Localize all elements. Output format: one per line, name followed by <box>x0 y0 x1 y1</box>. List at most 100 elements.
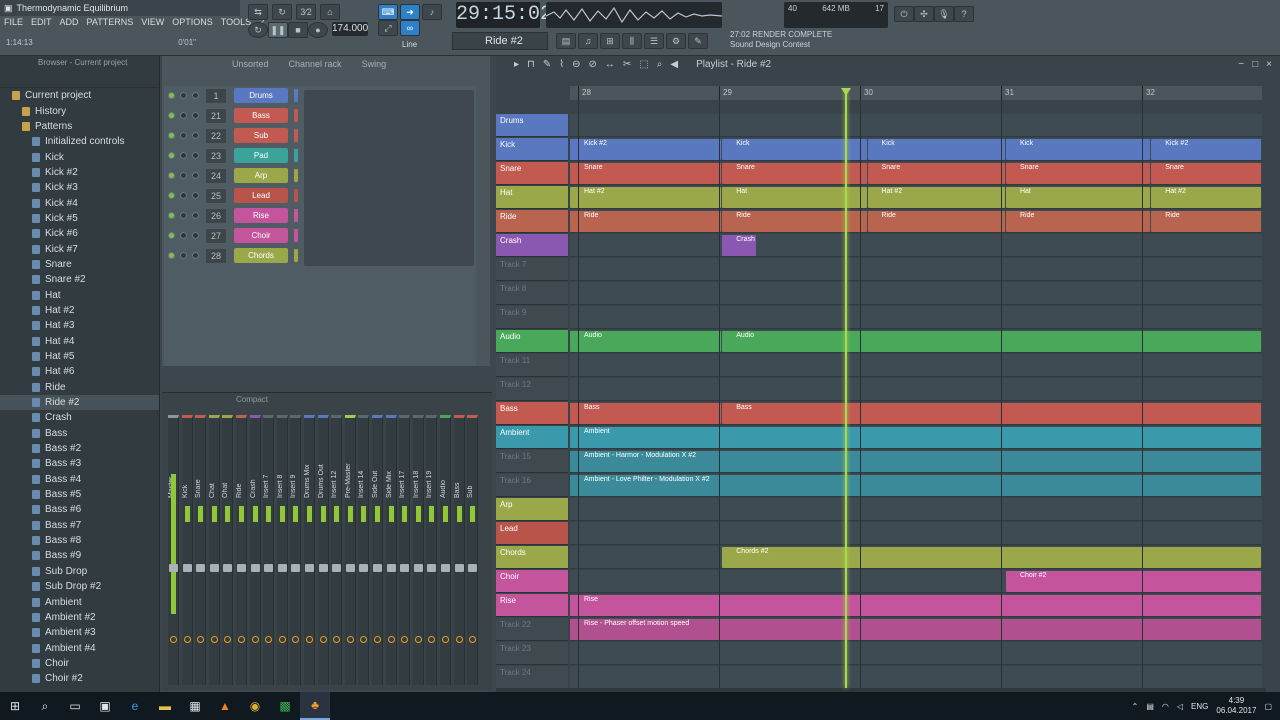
menu-item-view[interactable]: VIEW <box>141 17 164 27</box>
browser-pattern-item[interactable]: Bass #7 <box>0 518 159 533</box>
track-lane[interactable]: Crash <box>570 234 1262 257</box>
camtasia-icon[interactable]: ▩ <box>270 692 300 720</box>
volume-fader[interactable] <box>373 564 382 572</box>
pattern-clip[interactable]: Audio <box>570 331 722 352</box>
pattern-clip[interactable]: Hat <box>1005 187 1151 208</box>
edge-icon[interactable]: e <box>120 692 150 720</box>
track-header[interactable]: Track 7 <box>496 258 568 281</box>
pan-knob-icon[interactable] <box>180 112 187 119</box>
channel-select-indicator[interactable] <box>294 89 298 102</box>
browser-pattern-item[interactable]: Sub Drop #2 <box>0 579 159 594</box>
pattern-clip[interactable]: Kick #2 <box>570 139 722 160</box>
browser-pattern-item[interactable]: Bass #2 <box>0 441 159 456</box>
time-signature-icon[interactable]: 3⁄2 <box>296 4 316 20</box>
mixer-strip[interactable]: Drums Out <box>317 415 329 685</box>
volume-knob-icon[interactable] <box>192 112 199 119</box>
browser-pattern-item[interactable]: Choir <box>0 656 159 671</box>
mute-led-icon[interactable] <box>168 212 175 219</box>
plugin-picker-icon[interactable]: ⚙ <box>666 33 686 49</box>
volume-fader[interactable] <box>345 564 355 572</box>
track-header[interactable]: Track 24 <box>496 666 568 689</box>
snap-mode[interactable]: Line <box>402 40 417 49</box>
track-lane[interactable] <box>570 666 1262 689</box>
record-button[interactable]: ● <box>308 22 328 38</box>
pan-knob-icon[interactable] <box>414 636 422 643</box>
mixer-strip[interactable]: Crash <box>249 415 261 685</box>
mute-led-icon[interactable] <box>168 152 175 159</box>
browser-pattern-item[interactable]: Choir #2 <box>0 671 159 686</box>
channel-select-indicator[interactable] <box>294 189 298 202</box>
volume-fader[interactable] <box>359 564 369 572</box>
menu-item-file[interactable]: FILE <box>4 17 23 27</box>
blend-notes-icon[interactable]: ♪ <box>422 4 442 20</box>
store-icon[interactable]: ▣ <box>90 692 120 720</box>
tray-chevron-icon[interactable]: ⌃ <box>1132 702 1139 711</box>
pan-knob-icon[interactable] <box>180 252 187 259</box>
pattern-clip[interactable]: Hat #2 <box>867 187 1005 208</box>
mixer-strip[interactable]: Ohat <box>222 415 234 685</box>
mixer-strip[interactable]: Master <box>168 415 179 685</box>
track-header[interactable]: Arp <box>496 498 568 521</box>
volume-knob-icon[interactable] <box>192 252 199 259</box>
track-lane[interactable] <box>570 282 1262 305</box>
volume-fader[interactable] <box>264 564 274 572</box>
mixer-mode[interactable]: Compact <box>162 393 492 407</box>
browser-pattern-item[interactable]: Kick #3 <box>0 180 159 195</box>
track-lane[interactable]: Rise <box>570 594 1262 617</box>
track-header[interactable]: Track 15 <box>496 450 568 473</box>
pattern-clip[interactable]: Ride <box>867 211 1005 232</box>
volume-fader[interactable] <box>182 564 192 572</box>
pan-knob-icon[interactable] <box>180 172 187 179</box>
browser-pattern-item[interactable]: Ride <box>0 380 159 395</box>
pan-knob-icon[interactable] <box>306 636 313 643</box>
track-header[interactable]: Track 11 <box>496 354 568 377</box>
pan-knob-icon[interactable] <box>292 636 300 643</box>
channel-select-indicator[interactable] <box>294 209 298 222</box>
minimize-icon[interactable]: − <box>1238 59 1244 70</box>
maximize-icon[interactable]: □ <box>1252 59 1258 70</box>
channel-name-button[interactable]: Drums <box>234 88 288 103</box>
mute-led-icon[interactable] <box>168 112 175 119</box>
zoom-tool-icon[interactable]: ⌕ <box>657 59 663 70</box>
pattern-clip[interactable]: Ambient - Love Philter - Modulation X #2 <box>570 475 1261 496</box>
channel-name-button[interactable]: Arp <box>234 168 288 183</box>
channel-select-indicator[interactable] <box>294 229 298 242</box>
track-header[interactable]: Choir <box>496 570 568 593</box>
pan-knob-icon[interactable] <box>346 636 354 643</box>
track-lane[interactable]: Ride Ride Ride Ride Ride <box>570 210 1262 233</box>
track-lane[interactable]: Ambient - Harmor - Modulation X #2 <box>570 450 1262 473</box>
browser-pattern-item[interactable]: Bass #6 <box>0 502 159 517</box>
record-mode-icon[interactable]: ↻ <box>248 22 268 38</box>
mute-tool-icon[interactable]: ⊘ <box>589 59 597 70</box>
pan-knob-icon[interactable] <box>333 636 341 643</box>
pan-knob-icon[interactable] <box>180 152 187 159</box>
channel-name-button[interactable]: Lead <box>234 188 288 203</box>
network-icon[interactable]: ▤ <box>1146 702 1154 711</box>
mixer-track-number[interactable]: 23 <box>206 149 226 163</box>
volume-fader[interactable] <box>318 564 328 572</box>
volume-fader[interactable] <box>277 564 287 572</box>
help-icon[interactable]: ? <box>954 6 974 22</box>
mixer-strip[interactable]: Ride <box>236 415 247 685</box>
mixer-strip[interactable]: Audio <box>440 415 451 685</box>
start-icon[interactable]: ⊞ <box>0 692 30 720</box>
track-header[interactable]: Chords <box>496 546 568 569</box>
browser-pattern-item[interactable]: Kick <box>0 149 159 164</box>
pattern-clip[interactable]: Kick <box>867 139 1005 160</box>
notifications-icon[interactable]: ▢ <box>1264 702 1272 711</box>
timeline-ruler[interactable]: 28 29 30 31 32 <box>570 86 1262 100</box>
clock[interactable]: 4:39 06.04.2017 <box>1216 696 1256 716</box>
mixer-strip[interactable]: Drums Mix <box>304 415 315 685</box>
menu-item-edit[interactable]: EDIT <box>31 17 52 27</box>
pattern-clip[interactable]: Bass <box>722 403 1261 424</box>
track-header[interactable]: Ambient <box>496 426 568 449</box>
mixer-strip[interactable]: Insert 7 <box>263 415 275 685</box>
track-lane[interactable]: Audio Audio <box>570 330 1262 353</box>
track-lane[interactable]: Kick #2 Kick Kick Kick Kick #2 <box>570 138 1262 161</box>
channel-select-indicator[interactable] <box>294 129 298 142</box>
channel-name-button[interactable]: Sub <box>234 128 288 143</box>
track-lane[interactable]: Rise - Phaser offset motion speed <box>570 618 1262 641</box>
mute-led-icon[interactable] <box>168 252 175 259</box>
volume-fader[interactable] <box>454 564 464 572</box>
mixer-strip[interactable]: Insert 14 <box>358 415 370 685</box>
